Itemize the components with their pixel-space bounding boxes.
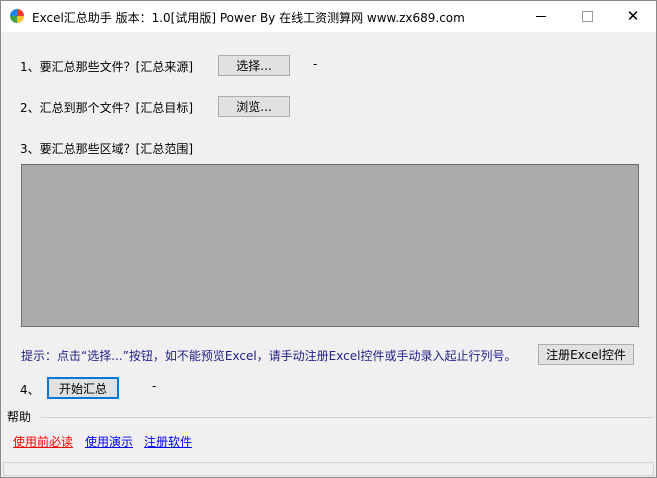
source-status: -	[313, 57, 318, 71]
step3-label: 3、要汇总那些区域？[汇总范围]	[20, 142, 193, 156]
help-group-divider	[41, 417, 653, 418]
maximize-icon	[581, 11, 593, 22]
status-bar	[3, 462, 654, 476]
select-files-button[interactable]: 选择...	[218, 55, 290, 76]
excel-preview-area[interactable]	[21, 164, 639, 327]
tip-text: 提示：点击“选择...”按钮，如不能预览Excel，请手动注册Excel控件或手…	[21, 349, 517, 363]
minimize-icon	[536, 16, 546, 17]
app-logo-icon	[10, 9, 24, 23]
browse-target-button[interactable]: 浏览...	[218, 96, 290, 117]
read-before-use-link[interactable]: 使用前必读	[13, 433, 73, 450]
close-button[interactable]: ✕	[610, 1, 656, 32]
step4-label: 4、	[20, 383, 40, 397]
register-software-link[interactable]: 注册软件	[144, 433, 192, 450]
title-bar[interactable]: Excel汇总助手 版本：1.0[试用版] Power By 在线工资测算网 w…	[1, 1, 656, 32]
register-excel-control-button[interactable]: 注册Excel控件	[538, 344, 634, 365]
minimize-button[interactable]	[518, 1, 564, 32]
step1-label: 1、要汇总那些文件？[汇总来源]	[20, 60, 193, 74]
close-icon: ✕	[626, 7, 640, 25]
start-summary-button[interactable]: 开始汇总	[47, 377, 119, 399]
window-title: Excel汇总助手 版本：1.0[试用版] Power By 在线工资测算网 w…	[32, 11, 465, 25]
help-group-title: 帮助	[7, 410, 32, 424]
step2-label: 2、汇总到那个文件？[汇总目标]	[20, 101, 193, 115]
usage-demo-link[interactable]: 使用演示	[85, 433, 133, 450]
summary-status: -	[152, 379, 157, 393]
maximize-button	[564, 1, 610, 32]
main-window: Excel汇总助手 版本：1.0[试用版] Power By 在线工资测算网 w…	[0, 0, 657, 478]
